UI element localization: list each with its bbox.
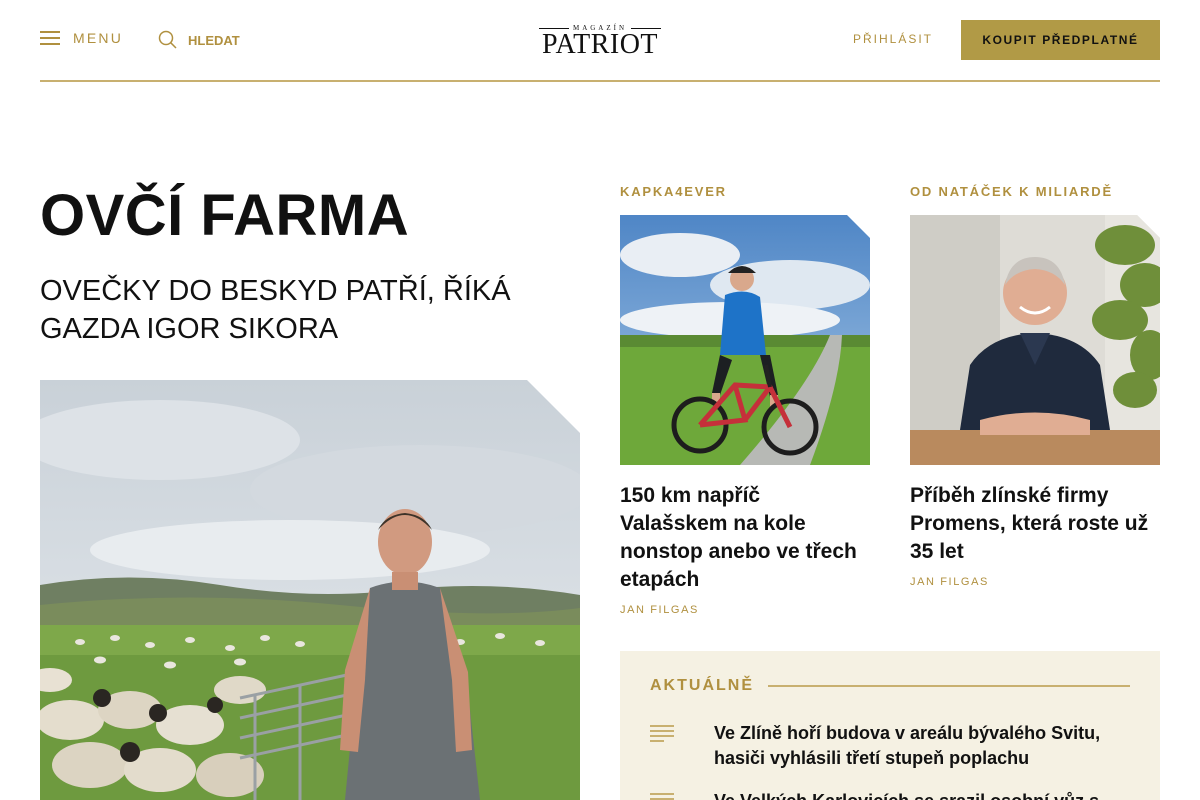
article-card: OD NATÁČEK K MILIARDĚ Příběh zlínské fir… [910, 184, 1160, 588]
text-lines-icon [650, 793, 674, 800]
news-item[interactable]: Ve Zlíně hoří budova v areálu bývalého S… [650, 721, 1134, 771]
search-button[interactable]: HLEDAT [158, 30, 240, 50]
logo-main-text: PATRIOT [541, 29, 659, 60]
article-card: KAPKA4EVER 150 km napříč Valašskem na ko… [620, 184, 870, 616]
site-header: MENU HLEDAT MAGAZÍN PATRIOT PŘIHLÁSIT KO… [40, 0, 1160, 82]
news-box: AKTUÁLNĚ Ve Zlíně hoří budova v areálu b… [620, 651, 1160, 800]
main-article-image[interactable] [40, 380, 580, 800]
main-article-subtitle: OVEČKY DO BESKYD PATŘÍ, ŘÍKÁ GAZDA IGOR … [40, 275, 511, 345]
news-heading: AKTUÁLNĚ [650, 677, 1130, 695]
text-lines-icon [650, 725, 674, 742]
main-article-title[interactable]: OVČÍ FARMA [40, 182, 409, 249]
card-author[interactable]: JAN FILGAS [620, 604, 870, 616]
site-logo[interactable]: MAGAZÍN PATRIOT [538, 24, 662, 60]
news-item-text[interactable]: Ve Velkých Karlovicích se srazil osobní … [714, 789, 1134, 800]
news-item-text[interactable]: Ve Zlíně hoří budova v areálu bývalého S… [714, 721, 1134, 771]
news-item[interactable]: Ve Velkých Karlovicích se srazil osobní … [650, 789, 1134, 800]
card-title[interactable]: Příběh zlínské firmy Promens, která rost… [910, 482, 1160, 566]
card-author[interactable]: JAN FILGAS [910, 576, 1160, 588]
card-title[interactable]: 150 km napříč Valašskem na kole nonstop … [620, 482, 870, 594]
news-heading-label: AKTUÁLNĚ [650, 677, 754, 694]
search-icon [158, 30, 177, 49]
subscribe-button[interactable]: KOUPIT PŘEDPLATNÉ [961, 20, 1160, 60]
menu-label: MENU [73, 30, 124, 46]
card-image[interactable] [910, 215, 1160, 465]
card-category[interactable]: OD NATÁČEK K MILIARDĚ [910, 184, 1160, 215]
search-label: HLEDAT [188, 32, 240, 48]
news-heading-divider [768, 685, 1130, 687]
login-link[interactable]: PŘIHLÁSIT [853, 32, 933, 46]
card-image[interactable] [620, 215, 870, 465]
menu-button[interactable]: MENU [40, 30, 123, 46]
card-category[interactable]: KAPKA4EVER [620, 184, 870, 215]
hamburger-icon [40, 31, 60, 45]
